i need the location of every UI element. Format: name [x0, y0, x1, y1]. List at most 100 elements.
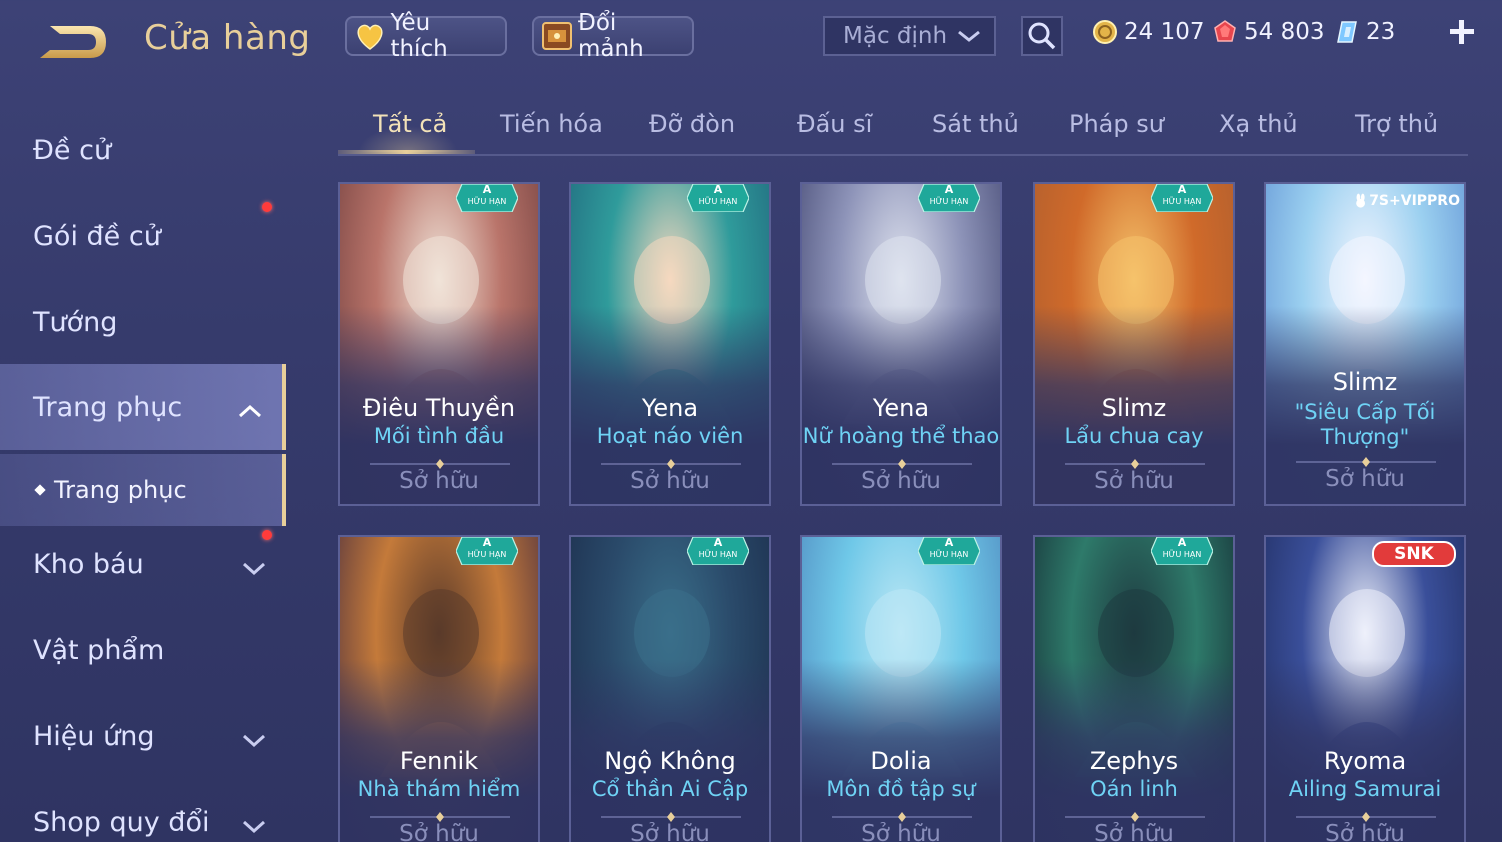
sidebar-item-label: Đề cử: [33, 134, 112, 166]
active-tab-indicator: [338, 150, 475, 154]
limited-badge: A HỮU HẠN: [917, 184, 981, 213]
category-tabs: Tất cả Tiến hóa Đỡ đòn Đấu sĩ Sát thủ Ph…: [338, 96, 1468, 156]
sidebar-item-label: Gói đề cử: [33, 220, 161, 252]
badge-grade: A: [713, 183, 723, 196]
badge-label: HỮU HẠN: [1162, 550, 1202, 559]
sidebar-item-skins[interactable]: Trang phục: [0, 364, 286, 450]
card-divider: [1065, 454, 1205, 469]
top-bar: Cửa hàng Yêu thích Đổi mảnh Mặc định 24 …: [0, 0, 1502, 80]
skin-card[interactable]: A HỮU HẠN Yena Hoạt náo viên Sở hữu: [569, 182, 771, 506]
badge-grade: A: [713, 536, 723, 549]
limited-badge: A HỮU HẠN: [686, 536, 750, 566]
skin-name: Oán linh: [1090, 777, 1178, 801]
skin-card[interactable]: A HỮU HẠN Điêu Thuyền Mối tình đầu Sở hữu: [338, 182, 540, 506]
hero-name: Slimz: [1332, 368, 1398, 396]
skin-name: Ailing Samurai: [1288, 777, 1442, 801]
badge-grade: A: [1177, 536, 1187, 549]
card-divider: [601, 454, 741, 469]
ownership-status: Sở hữu: [861, 468, 941, 494]
badge-grade: A: [482, 183, 492, 196]
top-up-button[interactable]: [1446, 16, 1478, 48]
favorite-button[interactable]: Yêu thích: [345, 10, 507, 62]
ownership-status: Sở hữu: [399, 468, 479, 494]
skin-name: Cổ thần Ai Cập: [591, 777, 749, 801]
sidebar-item-label: Tướng: [33, 306, 118, 338]
tab-mage[interactable]: Pháp sư: [1069, 110, 1164, 138]
skin-name: "Siêu Cấp Tối Thượng": [1294, 400, 1436, 449]
card-divider: [1296, 807, 1436, 822]
card-divider: [1296, 452, 1436, 467]
ownership-status: Sở hữu: [1094, 821, 1174, 842]
skin-card[interactable]: A HỮU HẠN Yena Nữ hoàng thể thao Sở hữu: [800, 182, 1002, 506]
chevron-down-icon: [242, 812, 266, 842]
search-icon: [1028, 22, 1056, 50]
tab-marksman[interactable]: Xạ thủ: [1219, 110, 1298, 138]
notification-dot: [262, 202, 272, 212]
sidebar-item-featured-bundles[interactable]: Gói đề cử: [0, 196, 286, 276]
sidebar-item-effects[interactable]: Hiệu ứng: [0, 696, 286, 776]
chevron-down-icon: [242, 726, 266, 757]
sort-dropdown[interactable]: Mặc định: [823, 16, 996, 56]
ruby-icon: [1214, 20, 1236, 42]
hero-name: Fennik: [399, 747, 479, 775]
tab-fighter[interactable]: Đấu sĩ: [797, 110, 872, 138]
badge-label: HỮU HẠN: [467, 197, 507, 206]
sidebar-item-exchange-shop[interactable]: Shop quy đổi: [0, 782, 286, 842]
tab-tank[interactable]: Đỡ đòn: [649, 110, 735, 138]
search-button[interactable]: [1021, 16, 1063, 56]
ownership-status: Sở hữu: [630, 821, 710, 842]
sort-value: Mặc định: [843, 23, 948, 49]
badge-grade: A: [944, 536, 954, 549]
sidebar-item-featured[interactable]: Đề cử: [0, 110, 286, 190]
bullet-icon: [34, 484, 46, 496]
skin-card[interactable]: A HỮU HẠN Zephys Oán linh Sở hữu: [1033, 535, 1235, 842]
voucher-balance: 23: [1334, 16, 1395, 48]
back-arrow-icon: [40, 26, 106, 58]
sidebar-subitem-skins[interactable]: Trang phục: [0, 454, 286, 526]
skin-card[interactable]: A HỮU HẠN Slimz Lẩu chua cay Sở hữu: [1033, 182, 1235, 506]
limited-badge: A HỮU HẠN: [917, 536, 981, 566]
sidebar-item-treasure[interactable]: Kho báu: [0, 524, 286, 604]
sidebar-subitem-label: Trang phục: [54, 476, 187, 504]
tab-assassin[interactable]: Sát thủ: [932, 110, 1019, 138]
ownership-status: Sở hữu: [1325, 821, 1405, 842]
badge-label: HỮU HẠN: [929, 550, 969, 559]
badge-label: HỮU HẠN: [1162, 197, 1202, 206]
tab-evolution[interactable]: Tiến hóa: [500, 110, 603, 138]
tab-all[interactable]: Tất cả: [373, 110, 447, 138]
ruby-amount: 54 803: [1244, 19, 1325, 45]
sidebar-item-label: Trang phục: [33, 391, 183, 423]
hero-name: Điêu Thuyền: [362, 394, 516, 422]
skin-card[interactable]: A HỮU HẠN Ngộ Không Cổ thần Ai Cập Sở hữu: [569, 535, 771, 842]
skin-card[interactable]: A HỮU HẠN Fennik Nhà thám hiểm Sở hữu: [338, 535, 540, 842]
hero-name: Ryoma: [1323, 747, 1407, 775]
skin-name: Lẩu chua cay: [1064, 424, 1204, 448]
sidebar: Đề cử Gói đề cử Tướng Trang phục Trang p…: [0, 96, 290, 842]
gold-balance: 24 107: [1092, 16, 1204, 48]
voucher-amount: 23: [1366, 19, 1396, 45]
exchange-fragments-button[interactable]: Đổi mảnh: [532, 10, 694, 62]
chevron-down-icon: [956, 26, 982, 52]
card-divider: [1065, 807, 1205, 822]
snk-badge: SNK: [1372, 541, 1456, 567]
sidebar-item-label: Shop quy đổi: [33, 806, 210, 838]
skin-card[interactable]: A HỮU HẠN Dolia Môn đồ tập sự Sở hữu: [800, 535, 1002, 842]
limited-badge: A HỮU HẠN: [686, 183, 750, 213]
sidebar-item-label: Hiệu ứng: [33, 720, 155, 752]
skin-card[interactable]: SNK Ryoma Ailing Samurai Sở hữu: [1264, 535, 1466, 842]
vip-badge-label: 7S+VIPPRO: [1369, 193, 1460, 209]
hero-name: Yena: [872, 394, 930, 422]
sidebar-item-heroes[interactable]: Tướng: [0, 282, 286, 362]
favorite-label: Yêu thích: [390, 10, 448, 62]
gold-amount: 24 107: [1124, 19, 1205, 45]
skin-card[interactable]: 7S+VIPPRO Slimz "Siêu Cấp Tối Thượng" Sở hữ…: [1264, 182, 1466, 506]
tab-support[interactable]: Trợ thủ: [1355, 110, 1438, 138]
sidebar-item-label: Kho báu: [33, 548, 144, 580]
card-divider: [370, 807, 510, 822]
limited-badge: A HỮU HẠN: [1150, 184, 1214, 213]
page-title: Cửa hàng: [144, 18, 311, 58]
sidebar-item-items[interactable]: Vật phẩm: [0, 610, 286, 690]
ownership-status: Sở hữu: [630, 468, 710, 494]
bunny-icon: [1356, 193, 1365, 208]
back-button[interactable]: [34, 20, 112, 64]
